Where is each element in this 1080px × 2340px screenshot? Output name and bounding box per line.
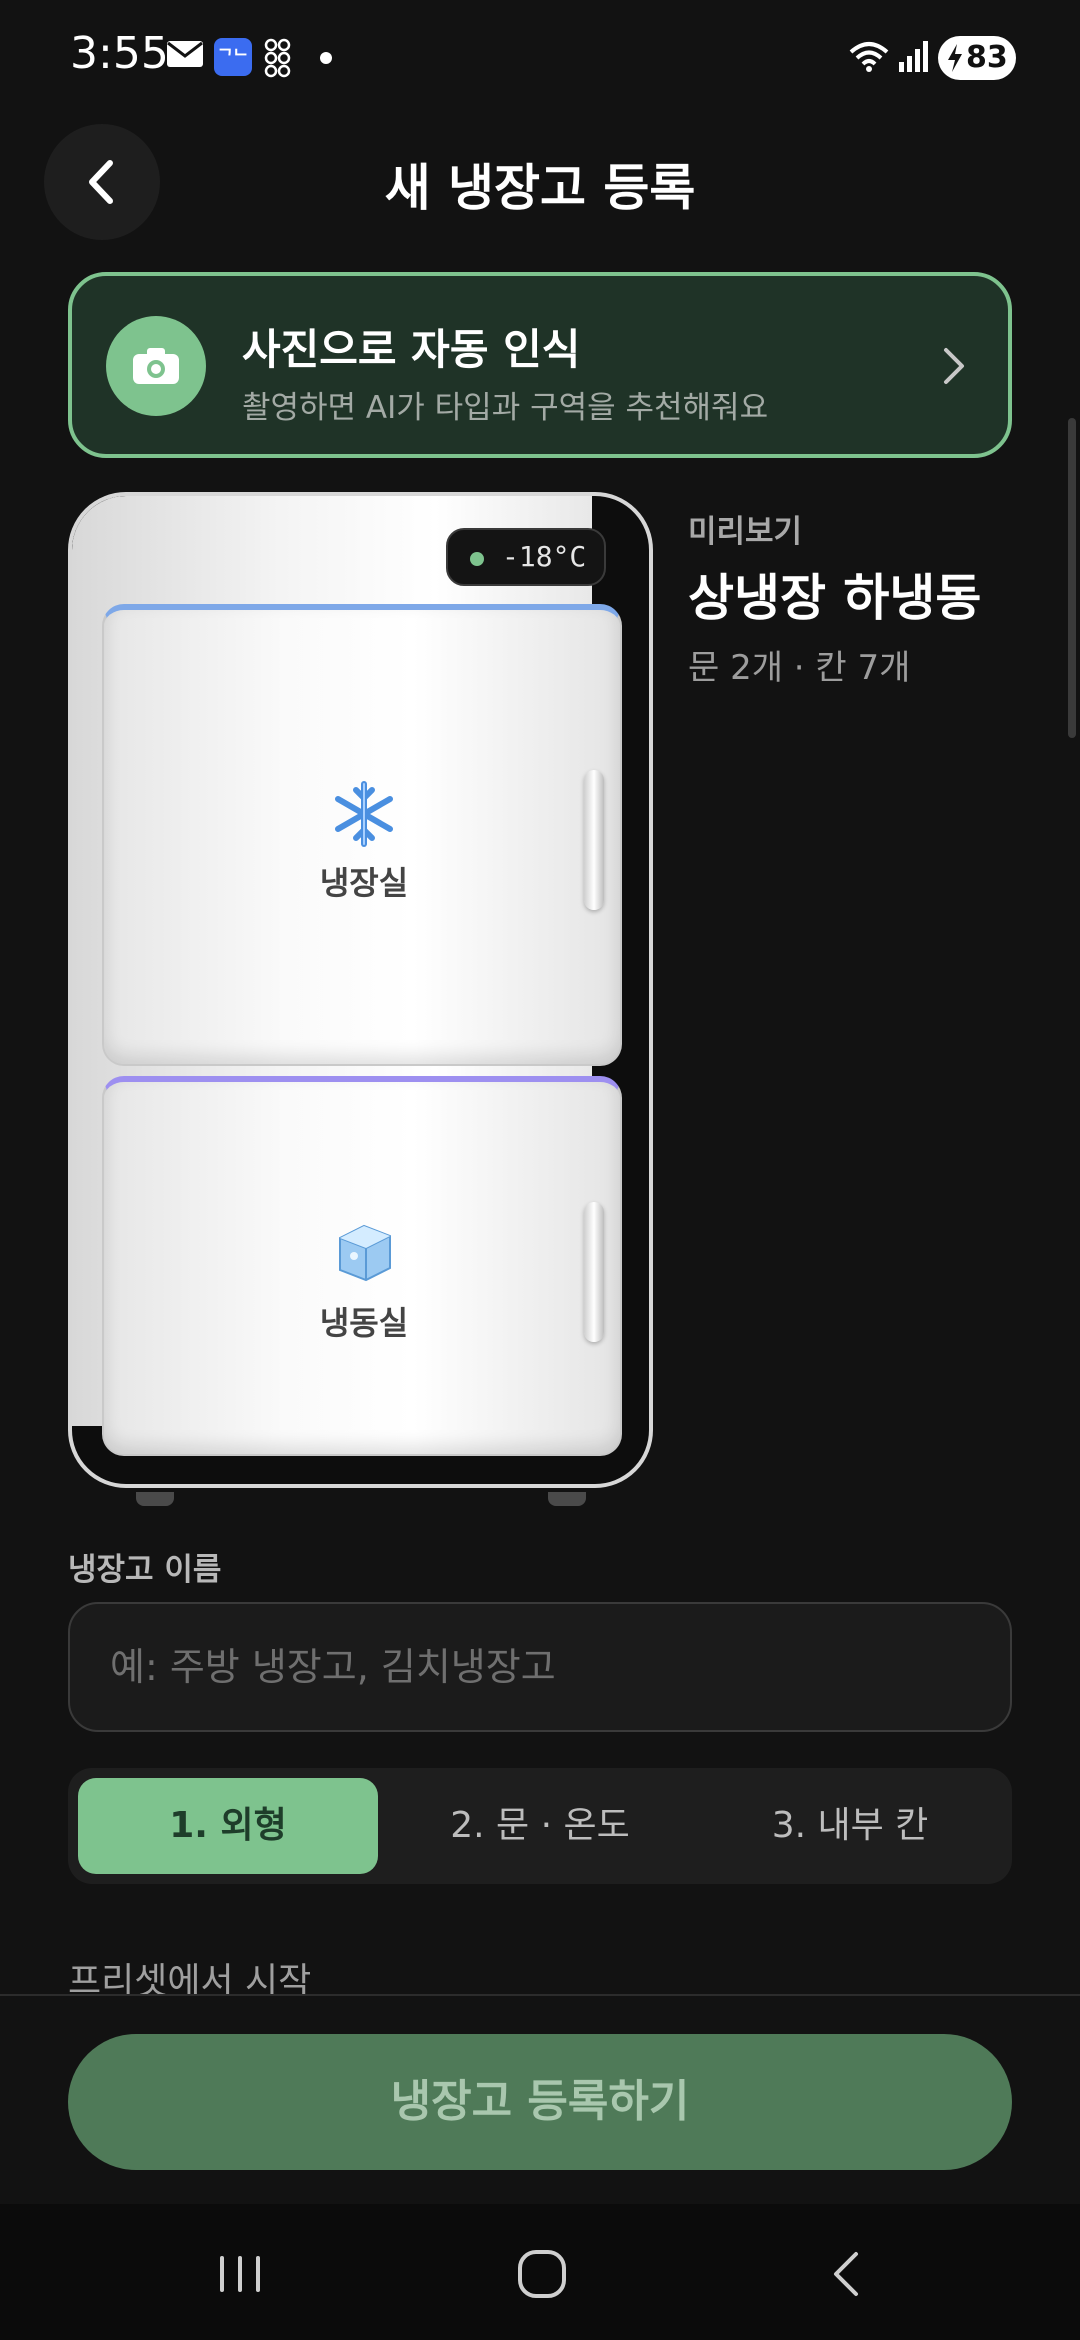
ice-cube-icon-wrap xyxy=(104,1218,624,1286)
bottom-divider xyxy=(0,1994,1080,1996)
status-time: 3:55 xyxy=(70,28,169,79)
step-tabs: 1. 외형 2. 문 · 온도 3. 내부 칸 xyxy=(68,1768,1012,1884)
back-nav-icon[interactable] xyxy=(818,2244,878,2304)
snowflake-icon xyxy=(335,781,393,847)
screen: 3:55 ᄀᄂ 83 새 냉장고 등록 사진으로 자동 인식 촬영하면 AI가 … xyxy=(0,0,1080,2340)
mail-icon xyxy=(167,41,203,67)
photo-card-title: 사진으로 자동 인식 xyxy=(242,325,581,374)
chevron-right-icon xyxy=(944,348,964,384)
photo-card-subtitle: 촬영하면 AI가 타입과 구역을 추천해줘요 xyxy=(242,390,769,426)
signal-icon xyxy=(899,41,928,72)
app-notification-icon: ᄀᄂ xyxy=(214,38,252,76)
preview-caption: 미리보기 xyxy=(688,514,803,550)
temperature-status-dot xyxy=(470,552,484,566)
status-bar: 3:55 ᄀᄂ 83 xyxy=(0,0,1080,120)
fridge-preview: -18°C 냉장실 냉동실 xyxy=(68,492,653,1488)
tab-exterior[interactable]: 1. 외형 xyxy=(78,1778,378,1874)
battery-level: 83 xyxy=(966,40,1008,75)
fridge-door-freezer[interactable]: 냉동실 xyxy=(102,1076,622,1456)
page-title: 새 냉장고 등록 xyxy=(384,159,696,217)
snowflake-icon-wrap xyxy=(104,780,624,848)
refrigerator-label: 냉장실 xyxy=(319,864,409,902)
camera-icon-circle xyxy=(106,316,206,416)
home-icon[interactable] xyxy=(512,2244,572,2304)
wifi-icon xyxy=(849,42,889,72)
name-field-label: 냉장고 이름 xyxy=(68,1552,222,1588)
tab-door-temperature[interactable]: 2. 문 · 온도 xyxy=(390,1778,690,1874)
battery-indicator: 83 xyxy=(938,36,1016,80)
ice-cube-icon xyxy=(339,1224,391,1282)
photo-recognition-card[interactable]: 사진으로 자동 인식 촬영하면 AI가 타입과 구역을 추천해줘요 xyxy=(68,272,1012,458)
scrollbar[interactable] xyxy=(1068,418,1076,738)
system-nav-bar xyxy=(0,2204,1080,2340)
freezer-label: 냉동실 xyxy=(319,1304,409,1342)
register-fridge-button[interactable]: 냉장고 등록하기 xyxy=(68,2034,1012,2170)
temperature-badge: -18°C xyxy=(446,528,606,586)
grid-app-icon xyxy=(264,38,291,78)
temperature-value: -18°C xyxy=(502,540,587,573)
door-handle xyxy=(584,1202,604,1342)
camera-icon xyxy=(133,348,179,384)
fridge-foot-left xyxy=(136,1492,174,1506)
fridge-name-input[interactable] xyxy=(68,1602,1012,1732)
preview-fridge-type: 상냉장 하냉동 xyxy=(688,569,982,627)
fridge-foot-right xyxy=(548,1492,586,1506)
preview-meta: 문 2개 · 칸 7개 xyxy=(688,648,911,688)
charging-bolt-icon xyxy=(948,44,962,72)
door-handle xyxy=(584,770,604,910)
tab-inner-shelves[interactable]: 3. 내부 칸 xyxy=(700,1778,1000,1874)
recent-apps-icon[interactable] xyxy=(210,2244,270,2304)
more-notifications-dot-icon xyxy=(320,52,332,64)
fridge-door-refrigerator[interactable]: 냉장실 xyxy=(102,604,622,1066)
